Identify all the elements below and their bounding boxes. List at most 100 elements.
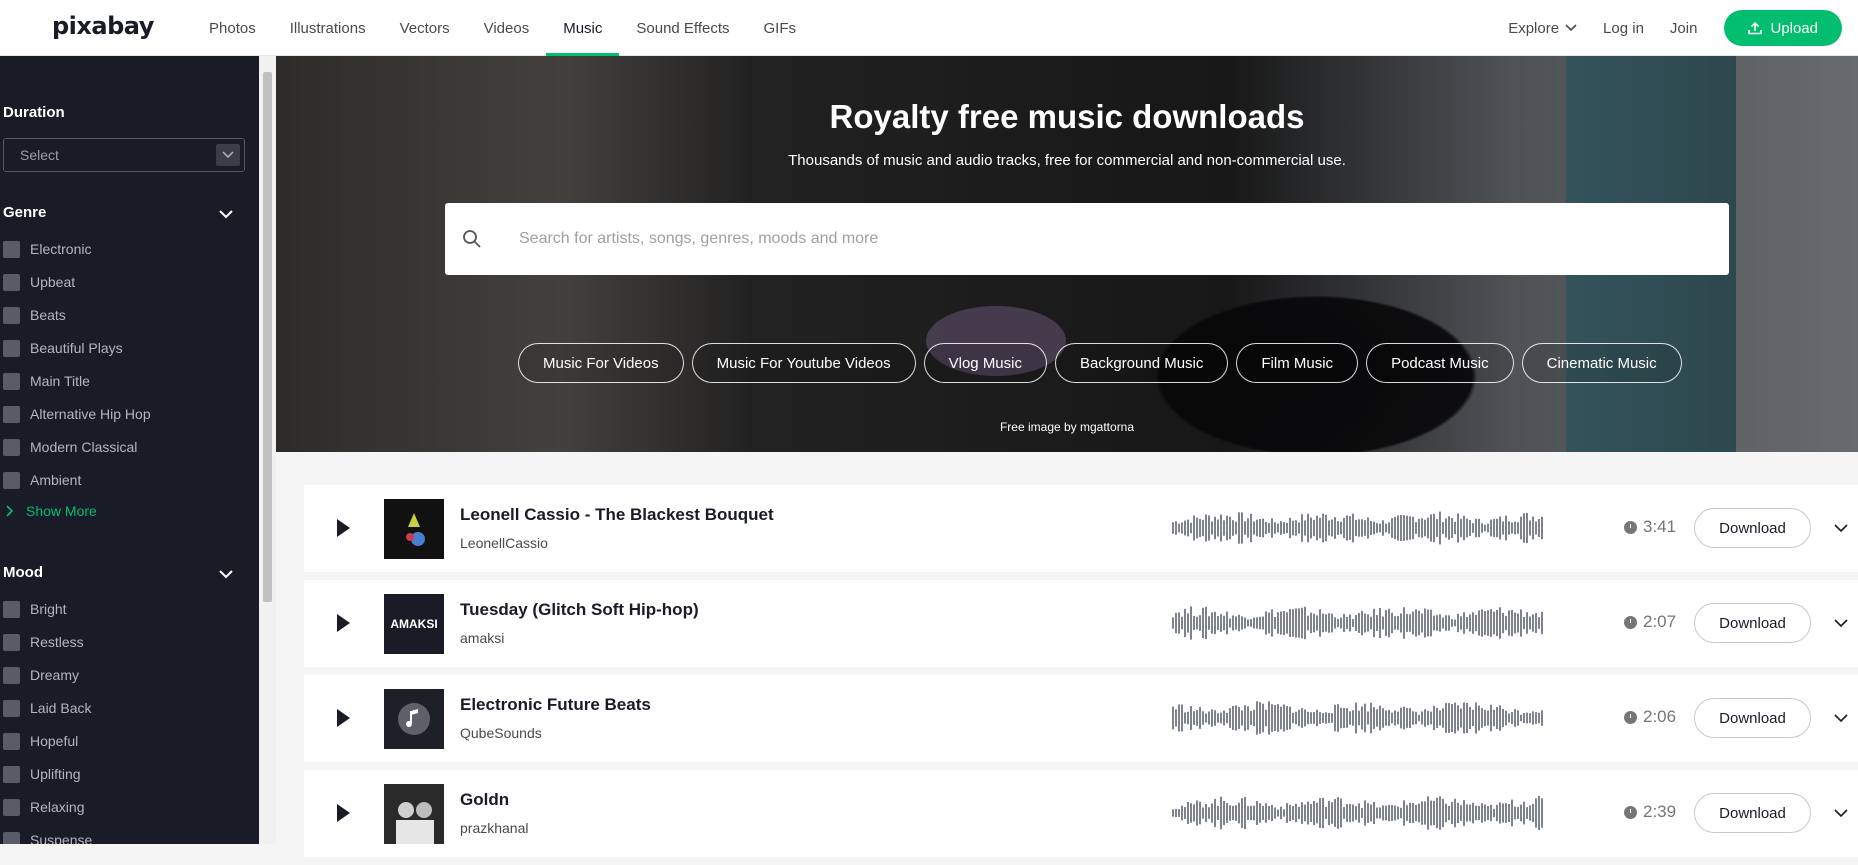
download-button[interactable]: Download xyxy=(1694,793,1811,833)
track-title[interactable]: Goldn xyxy=(460,790,509,810)
chevron-down-icon[interactable] xyxy=(1834,616,1848,630)
genre-filter-beats[interactable]: Beats xyxy=(3,304,66,326)
nav-illustrations[interactable]: Illustrations xyxy=(273,0,383,56)
checkbox[interactable] xyxy=(3,372,20,390)
chevron-down-icon[interactable] xyxy=(1834,806,1848,820)
play-icon[interactable] xyxy=(337,614,350,632)
download-button[interactable]: Download xyxy=(1694,508,1811,548)
nav-videos[interactable]: Videos xyxy=(467,0,547,56)
mood-label: Dreamy xyxy=(30,667,80,683)
duration-select[interactable]: Select xyxy=(3,138,245,172)
mood-collapse-chevron-icon[interactable] xyxy=(218,566,234,582)
mood-filter-relaxing[interactable]: Relaxing xyxy=(3,796,84,818)
mood-title: Mood xyxy=(3,564,43,581)
genre-filter-alternative-hip-hop[interactable]: Alternative Hip Hop xyxy=(3,403,151,425)
track-list: Leonell Cassio - The Blackest Bouquet Le… xyxy=(304,485,1858,865)
chip-background-music[interactable]: Background Music xyxy=(1054,343,1229,383)
nav-music[interactable]: Music xyxy=(546,0,620,56)
checkbox[interactable] xyxy=(3,438,20,456)
checkbox[interactable] xyxy=(3,633,20,651)
play-icon[interactable] xyxy=(337,519,350,537)
pixabay-logo[interactable]: pixabay xyxy=(52,12,154,40)
show-more-genres[interactable]: Show More xyxy=(6,503,97,519)
duration-select-value: Select xyxy=(20,147,59,163)
sidebar-scrollbar-thumb[interactable] xyxy=(263,72,272,602)
play-icon[interactable] xyxy=(337,709,350,727)
checkbox[interactable] xyxy=(3,405,20,423)
upload-button[interactable]: Upload xyxy=(1724,10,1842,46)
login-link[interactable]: Log in xyxy=(1590,20,1657,37)
track-cover[interactable] xyxy=(384,689,444,749)
checkbox[interactable] xyxy=(3,798,20,816)
track-artist[interactable]: QubeSounds xyxy=(460,725,542,741)
waveform[interactable] xyxy=(1172,792,1544,834)
genre-filter-upbeat[interactable]: Upbeat xyxy=(3,271,75,293)
track-cover[interactable]: AMAKSI xyxy=(384,594,444,654)
track-title[interactable]: Leonell Cassio - The Blackest Bouquet xyxy=(460,505,774,525)
hero-title: Royalty free music downloads xyxy=(829,98,1305,135)
chevron-down-icon[interactable] xyxy=(1834,521,1848,535)
genre-collapse-chevron-icon[interactable] xyxy=(218,206,234,222)
track-artist[interactable]: LeonellCassio xyxy=(460,535,548,551)
checkbox[interactable] xyxy=(3,831,20,844)
genre-label: Electronic xyxy=(30,241,92,257)
mood-filter-dreamy[interactable]: Dreamy xyxy=(3,664,79,686)
chip-cinematic-music[interactable]: Cinematic Music xyxy=(1521,343,1682,383)
main-nav: Photos Illustrations Vectors Videos Musi… xyxy=(192,0,813,56)
mood-filter-hopeful[interactable]: Hopeful xyxy=(3,730,78,752)
track-artist[interactable]: amaksi xyxy=(460,630,504,646)
checkbox[interactable] xyxy=(3,306,20,324)
join-link[interactable]: Join xyxy=(1657,20,1711,37)
waveform[interactable] xyxy=(1172,602,1544,644)
track-title[interactable]: Electronic Future Beats xyxy=(460,695,651,715)
mood-filter-suspense[interactable]: Suspense xyxy=(3,829,92,844)
waveform[interactable] xyxy=(1172,507,1544,549)
chip-podcast-music[interactable]: Podcast Music xyxy=(1366,343,1514,383)
track-title[interactable]: Tuesday (Glitch Soft Hip-hop) xyxy=(460,600,699,620)
checkbox[interactable] xyxy=(3,471,20,489)
show-more-label: Show More xyxy=(26,503,97,519)
genre-filter-modern-classical[interactable]: Modern Classical xyxy=(3,436,137,458)
nav-sound-effects[interactable]: Sound Effects xyxy=(619,0,746,56)
play-icon[interactable] xyxy=(337,804,350,822)
mood-filter-restless[interactable]: Restless xyxy=(3,631,84,653)
search-icon[interactable] xyxy=(461,228,483,250)
checkbox[interactable] xyxy=(3,240,20,258)
search-input[interactable] xyxy=(519,230,1619,248)
checkbox[interactable] xyxy=(3,732,20,750)
chip-music-for-youtube-videos[interactable]: Music For Youtube Videos xyxy=(691,343,916,383)
genre-label: Modern Classical xyxy=(30,439,138,455)
nav-gifs[interactable]: GIFs xyxy=(747,0,814,56)
waveform[interactable] xyxy=(1172,697,1544,739)
mood-label: Suspense xyxy=(30,832,93,844)
mood-filter-uplifting[interactable]: Uplifting xyxy=(3,763,81,785)
genre-filter-electronic[interactable]: Electronic xyxy=(3,238,91,260)
checkbox[interactable] xyxy=(3,765,20,783)
image-credit[interactable]: Free image by mgattorna xyxy=(276,420,1858,434)
checkbox[interactable] xyxy=(3,273,20,291)
download-button[interactable]: Download xyxy=(1694,698,1811,738)
chip-music-for-videos[interactable]: Music For Videos xyxy=(518,343,684,383)
genre-filter-beautiful-plays[interactable]: Beautiful Plays xyxy=(3,337,123,359)
nav-vectors[interactable]: Vectors xyxy=(383,0,467,56)
chip-film-music[interactable]: Film Music xyxy=(1236,343,1359,383)
track-cover[interactable] xyxy=(384,784,444,844)
checkbox[interactable] xyxy=(3,339,20,357)
checkbox[interactable] xyxy=(3,699,20,717)
track-cover[interactable] xyxy=(384,499,444,559)
track-artist[interactable]: prazkhanal xyxy=(460,820,529,836)
explore-label: Explore xyxy=(1508,19,1560,37)
chip-vlog-music[interactable]: Vlog Music xyxy=(923,343,1047,383)
clock-icon xyxy=(1624,805,1637,819)
genre-filter-ambient[interactable]: Ambient xyxy=(3,469,81,491)
chevron-down-icon[interactable] xyxy=(1834,711,1848,725)
download-button[interactable]: Download xyxy=(1694,603,1811,643)
genre-filter-main-title[interactable]: Main Title xyxy=(3,370,90,392)
explore-menu[interactable]: Explore xyxy=(1495,20,1590,37)
mood-filter-bright[interactable]: Bright xyxy=(3,598,67,620)
checkbox[interactable] xyxy=(3,600,20,618)
checkbox[interactable] xyxy=(3,666,20,684)
track-row: Electronic Future Beats QubeSounds 2:06 … xyxy=(304,675,1858,762)
nav-photos[interactable]: Photos xyxy=(192,0,273,56)
mood-filter-laid-back[interactable]: Laid Back xyxy=(3,697,91,719)
